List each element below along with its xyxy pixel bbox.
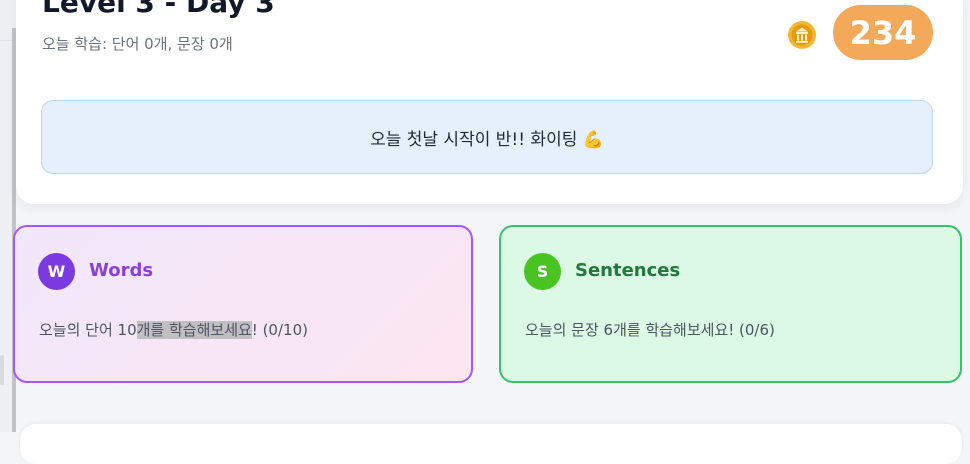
rail-divider bbox=[0, 40, 12, 41]
motivation-banner: 오늘 첫날 시작이 반!! 화이팅 💪 bbox=[41, 100, 933, 174]
sentences-card[interactable]: S Sentences 오늘의 문장 6개를 학습해보세요! (0/6) bbox=[499, 225, 962, 383]
words-description: 오늘의 단어 10개를 학습해보세요! (0/10) bbox=[39, 319, 308, 340]
words-card[interactable]: W Words 오늘의 단어 10개를 학습해보세요! (0/10) bbox=[13, 225, 473, 383]
words-badge-icon: W bbox=[38, 253, 75, 290]
next-section-card bbox=[20, 424, 962, 464]
sentences-description: 오늘의 문장 6개를 학습해보세요! (0/6) bbox=[525, 321, 775, 339]
words-label: Words bbox=[89, 260, 154, 281]
words-desc-end: ! (0/10) bbox=[251, 321, 308, 339]
points-badge: 234 bbox=[833, 5, 933, 60]
words-desc-start: 오늘의 단어 10 bbox=[39, 321, 137, 339]
words-desc-selected: 개를 학습해보세요 bbox=[136, 321, 252, 339]
sentences-badge-icon: S bbox=[524, 253, 561, 290]
page-title: Level 3 - Day 3 bbox=[42, 0, 275, 19]
rail-handle[interactable] bbox=[0, 355, 4, 385]
today-progress-summary: 오늘 학습: 단어 0개, 문장 0개 bbox=[42, 35, 233, 53]
coin-icon bbox=[788, 21, 816, 49]
sentences-label: Sentences bbox=[575, 260, 681, 281]
